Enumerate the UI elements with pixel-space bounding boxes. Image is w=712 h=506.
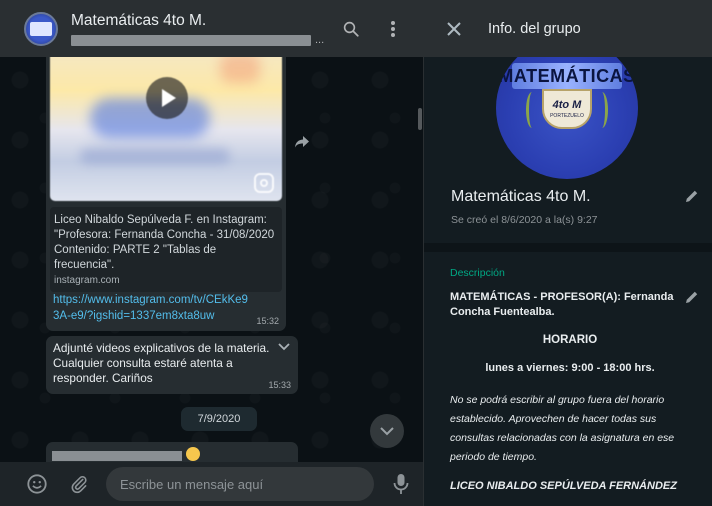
search-icon[interactable]: [339, 17, 363, 41]
group-avatar[interactable]: [24, 11, 58, 46]
chat-pane: Matemáticas 4to M. ... Liceo Nibaldo Sep…: [0, 0, 423, 506]
crest-label: 4to M: [552, 99, 582, 111]
description-label: Descripción: [450, 267, 505, 279]
group-created-date: Se creó el 8/6/2020 a la(s) 9:27: [451, 214, 598, 226]
group-profile-card: MATEMÁTICAS 4to M PORTEZUELO Matemáticas…: [424, 37, 712, 243]
group-photo-banner: MATEMÁTICAS: [498, 63, 635, 89]
chat-scrollbar[interactable]: [418, 108, 422, 130]
group-description: MATEMÁTICAS - PROFESOR(A): Fernanda Conc…: [450, 290, 690, 494]
description-hours: lunes a viernes: 9:00 - 18:00 hrs.: [485, 362, 655, 374]
microphone-icon[interactable]: [388, 471, 414, 497]
group-name: Matemáticas 4to M.: [451, 188, 591, 205]
description-header: MATEMÁTICAS - PROFESOR(A): Fernanda Conc…: [450, 291, 674, 318]
group-info-pane: Info. del grupo MATEMÁTICAS 4to M PORTEZ…: [423, 0, 712, 506]
participants-ellipsis: ...: [315, 34, 325, 46]
info-header: Info. del grupo: [424, 0, 712, 57]
instagram-icon: [254, 173, 274, 193]
description-schedule-title: HORARIO: [542, 334, 598, 346]
chevron-down-icon[interactable]: [278, 340, 290, 354]
group-description-card: Descripción MATEMÁTICAS - PROFESOR(A): F…: [424, 252, 712, 506]
message-time: 15:32: [256, 316, 279, 326]
description-school: LICEO NIBALDO SEPÚLVEDA FERNÁNDEZ: [450, 480, 677, 492]
message-input[interactable]: [106, 467, 374, 501]
link-preview[interactable]: Liceo Nibaldo Sepúlveda F. en Instagram:…: [50, 207, 282, 292]
edit-name-pencil-icon[interactable]: [685, 189, 701, 205]
message-link[interactable]: https://www.instagram.com/tv/CEkKe93A-e9…: [53, 292, 253, 324]
date-separator: 7/9/2020: [181, 407, 257, 431]
close-icon[interactable]: [444, 19, 464, 39]
chat-header[interactable]: Matemáticas 4to M. ...: [0, 0, 423, 57]
chat-participants-redacted: ...: [71, 34, 324, 46]
message-text: Adjunté videos explicativos de la materi…: [53, 341, 270, 385]
crest-sublabel: PORTEZUELO: [550, 113, 584, 119]
description-notice: No se podrá escribir al grupo fuera del …: [450, 394, 675, 463]
emoji-icon: [186, 447, 200, 461]
play-icon[interactable]: [146, 77, 188, 119]
scroll-down-button[interactable]: [370, 414, 404, 448]
school-crest: 4to M PORTEZUELO: [542, 89, 592, 129]
attach-icon[interactable]: [66, 471, 92, 497]
chat-header-text[interactable]: Matemáticas 4to M. ...: [71, 12, 339, 46]
redacted-text: [52, 451, 182, 461]
more-options-icon[interactable]: [381, 17, 405, 41]
emoji-picker-icon[interactable]: [24, 471, 50, 497]
forward-icon[interactable]: [290, 130, 314, 154]
info-title: Info. del grupo: [488, 20, 581, 37]
message-composer: [0, 462, 423, 506]
link-preview-title: Liceo Nibaldo Sepúlveda F. en Instagram:…: [54, 214, 275, 271]
link-preview-domain: instagram.com: [54, 275, 120, 286]
group-photo[interactable]: MATEMÁTICAS 4to M PORTEZUELO: [496, 37, 638, 179]
message-time: 15:33: [268, 380, 291, 390]
message-bubble-text[interactable]: Adjunté videos explicativos de la materi…: [46, 336, 298, 394]
message-bubble-link[interactable]: Liceo Nibaldo Sepúlveda F. en Instagram:…: [46, 39, 286, 331]
video-thumbnail[interactable]: [50, 43, 282, 201]
chat-title: Matemáticas 4to M.: [71, 11, 207, 29]
